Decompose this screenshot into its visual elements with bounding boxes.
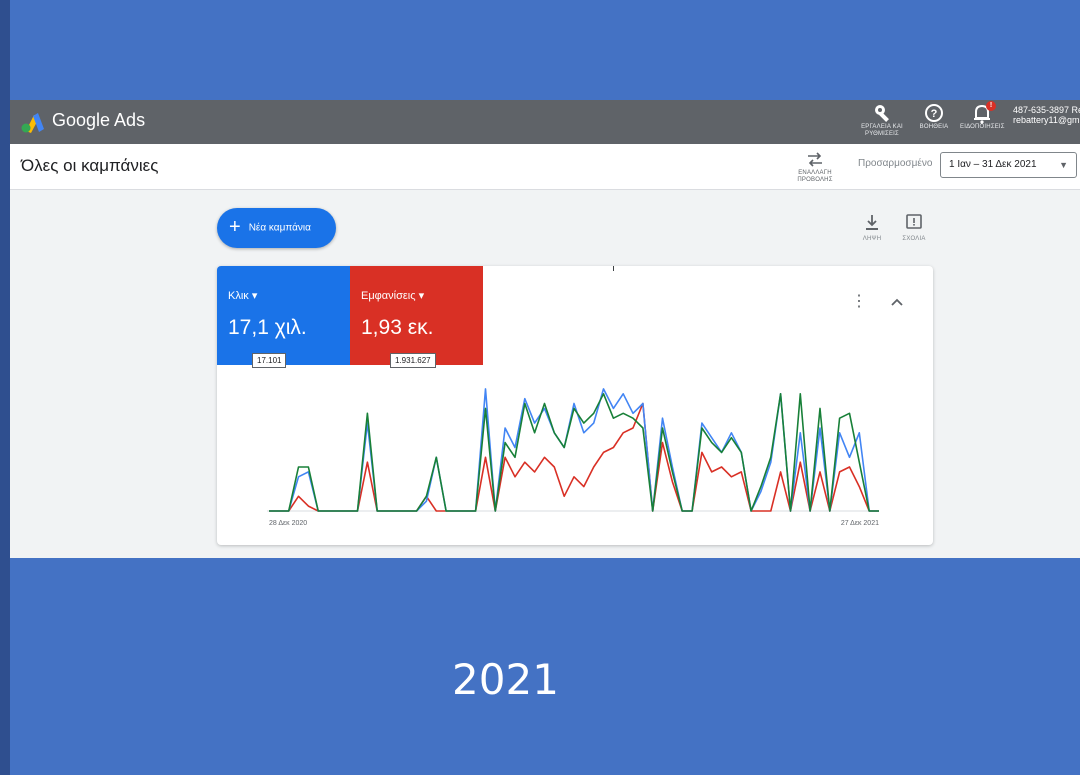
google-ads-screenshot: Google Ads ΕΡΓΑΛΕΙΑ ΚΑΙ ΡΥΘΜΙΣΕΙΣ ? ΒΟΗΘ… [10,100,1080,558]
feedback-icon [906,214,922,229]
notification-badge: ! [986,101,996,111]
page-header: Όλες οι καμπάνιες ΕΝΑΛΛΑΓΗ ΠΡΟΒΟΛΗΣ Προσ… [10,144,1080,190]
account-email: rebattery11@gm [1013,115,1080,125]
download-label: ΛΗΨΗ [862,236,882,242]
metric-impressions-name: Εμφανίσεις ▾ [361,290,425,302]
wrench-icon [875,105,889,122]
date-range-caption: Προσαρμοσμένο [858,158,933,169]
tools-settings-label: ΕΡΓΑΛΕΙΑ ΚΑΙ ΡΥΘΜΙΣΕΙΣ [861,124,903,137]
app-title: Google Ads [52,110,146,130]
metric-clicks-value: 17,1 χιλ. [228,316,307,339]
metric-impressions[interactable]: Εμφανίσεις ▾ 1,93 εκ. [350,266,483,365]
dropdown-icon: ▾ [418,290,425,302]
account-info[interactable]: 487-635-3897 Re rebattery11@gm [1013,105,1080,125]
date-range-value: 1 Ιαν – 31 Δεκ 2021 [949,159,1037,170]
tools-settings-button[interactable]: ΕΡΓΑΛΕΙΑ ΚΑΙ ΡΥΘΜΙΣΕΙΣ [860,102,904,138]
dropdown-icon: ▾ [251,290,258,302]
divider-tick [613,266,614,271]
help-button[interactable]: ? ΒΟΗΘΕΙΑ [912,102,956,131]
new-campaign-label: Νέα καμπάνια [248,222,311,234]
x-end-label: 27 Δεκ 2021 [841,520,879,527]
feedback-button[interactable]: ΣΧΟΛΙΑ [897,212,931,243]
notifications-button[interactable]: ! ΕΙΔΟΠΟΙΗΣΕΙΣ [960,101,1005,131]
download-icon [866,215,878,230]
chevron-up-icon[interactable] [889,296,905,308]
help-label: ΒΟΗΘΕΙΑ [919,124,949,130]
account-id: 487-635-3897 Re [1013,105,1080,115]
top-app-bar: Google Ads ΕΡΓΑΛΕΙΑ ΚΑΙ ΡΥΘΜΙΣΕΙΣ ? ΒΟΗΘ… [10,100,1080,144]
slide-caption-year: 2021 [452,655,559,704]
x-start-label: 28 Δεκ 2020 [269,520,307,527]
switch-view-label: ΕΝΑΛΛΑΓΗ ΠΡΟΒΟΛΗΣ [797,170,833,183]
help-icon: ? [925,104,943,122]
new-campaign-button[interactable]: + Νέα καμπάνια [217,208,336,248]
feedback-label: ΣΧΟΛΙΑ [902,236,926,242]
switch-view-button[interactable]: ΕΝΑΛΛΑΓΗ ΠΡΟΒΟΛΗΣ [780,148,850,184]
svg-text:?: ? [931,108,938,120]
download-button[interactable]: ΛΗΨΗ [855,212,889,243]
google-ads-logo [21,113,44,133]
performance-chart: 28 Δεκ 2020 27 Δεκ 2021 [267,388,879,527]
metric-clicks-name: Κλικ ▾ [228,290,258,302]
chart-series-line-1 [269,402,879,512]
caret-down-icon: ▼ [1059,160,1068,170]
more-vert-icon[interactable]: ⋮ [851,294,867,310]
page-title: Όλες οι καμπάνιες [21,156,159,175]
metric-clicks[interactable]: Κλικ ▾ 17,1 χιλ. [217,266,350,365]
plus-icon: + [229,216,241,238]
notifications-label: ΕΙΔΟΠΟΙΗΣΕΙΣ [960,124,1005,130]
swap-arrows-icon [808,152,822,167]
performance-card: Κλικ ▾ 17,1 χιλ. Εμφανίσεις ▾ 1,93 εκ. 1… [217,266,933,545]
date-range-picker[interactable]: 1 Ιαν – 31 Δεκ 2021 ▼ [940,152,1077,178]
metric-impressions-value: 1,93 εκ. [361,316,434,339]
